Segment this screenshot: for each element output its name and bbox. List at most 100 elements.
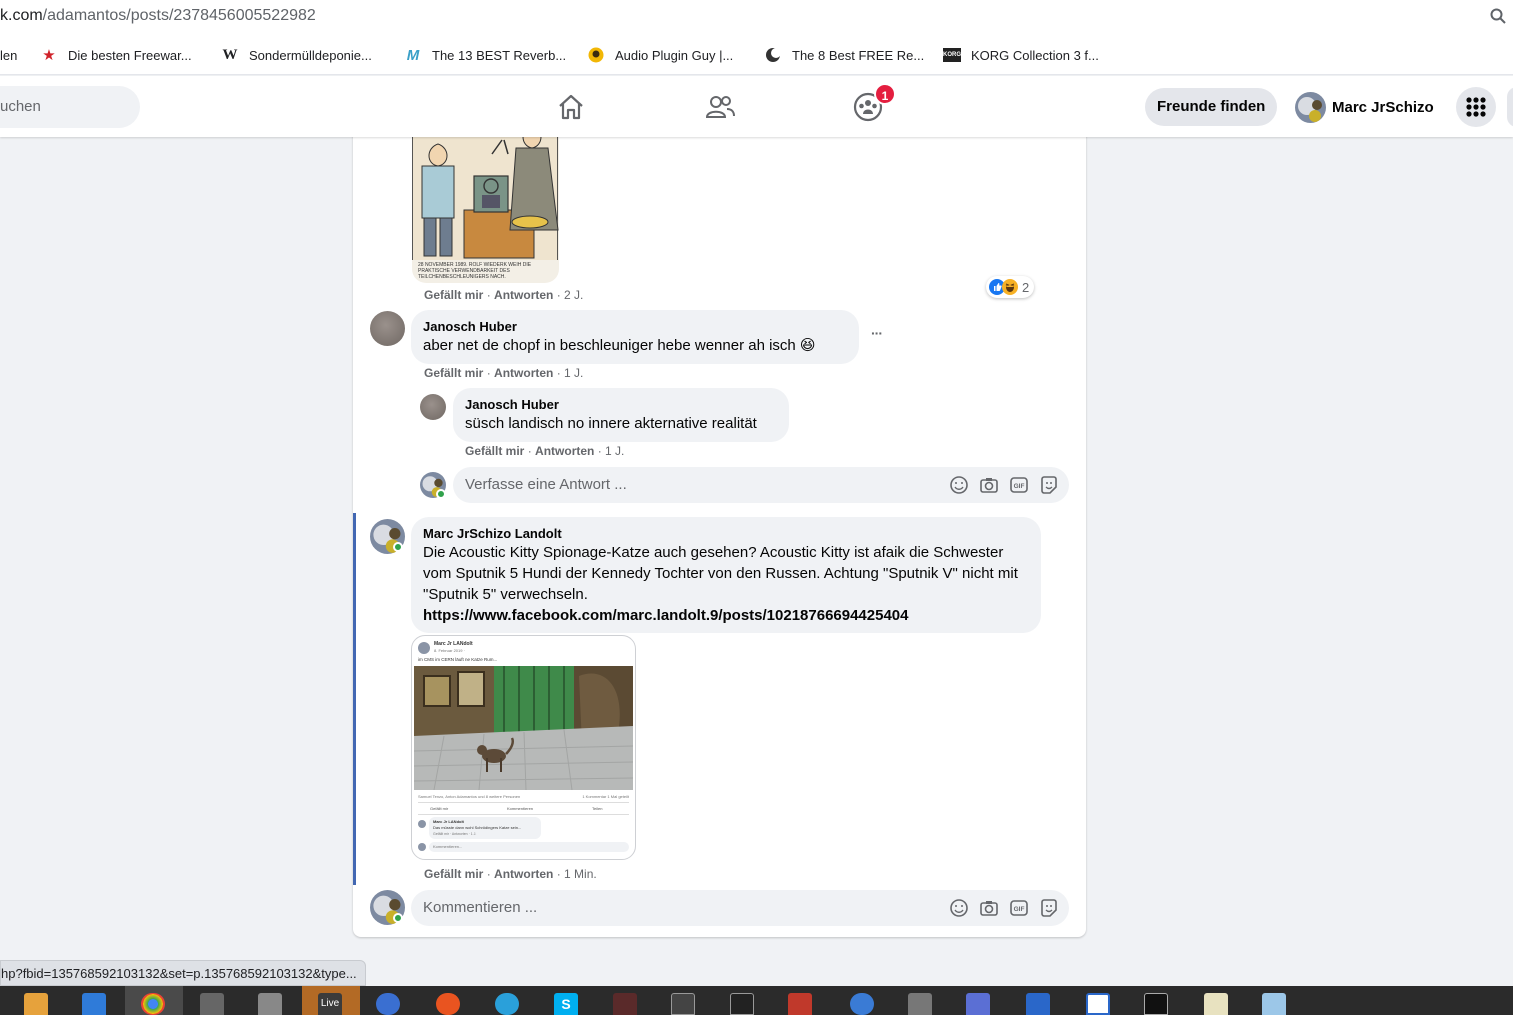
reaction-summary[interactable]: 2 xyxy=(986,276,1035,298)
comment-time[interactable]: 1 J. xyxy=(605,444,624,458)
profile-name: Marc JrSchizo xyxy=(1332,98,1434,116)
comment-text: aber net de chopf in beschleuniger hebe … xyxy=(423,337,816,354)
bookmark-item[interactable]: ★ Die besten Freewar... xyxy=(40,45,191,65)
comment-author[interactable]: Marc JrSchizo Landolt xyxy=(423,525,1029,542)
app-icon[interactable] xyxy=(200,993,224,1015)
comment-time[interactable]: 1 J. xyxy=(564,366,583,380)
url-field[interactable]: k.com/adamantos/posts/2378456005522982 xyxy=(0,7,316,25)
comment-text: Die Acoustic Kitty Spionage-Katze auch g… xyxy=(423,544,1018,603)
reply-link[interactable]: Antworten xyxy=(494,288,553,302)
comment-actions: Gefällt mir · Antworten · 1 J. xyxy=(465,444,625,458)
notepad-icon[interactable] xyxy=(1204,993,1228,1015)
thumb-comment-input: Kommentieren... xyxy=(433,844,463,849)
bookmark-item[interactable]: M The 13 BEST Reverb... xyxy=(404,45,566,65)
sticker-icon[interactable] xyxy=(1039,475,1059,495)
thumb-date: 8. Februar 2019 · xyxy=(434,648,465,653)
kali-icon[interactable] xyxy=(671,993,695,1015)
reply-link[interactable]: Antworten xyxy=(535,444,594,458)
app-icon[interactable] xyxy=(1026,993,1050,1015)
korg-icon: KORG xyxy=(943,48,961,62)
like-link[interactable]: Gefällt mir xyxy=(424,867,483,881)
bookmark-item[interactable]: The 8 Best FREE Re... xyxy=(764,45,924,65)
skype-icon[interactable]: S xyxy=(554,993,578,1015)
emoji-icon[interactable] xyxy=(949,898,969,918)
facebook-header: uchen Freunde finden Marc JrSchizo xyxy=(0,76,1513,137)
reply-link[interactable]: Antworten xyxy=(494,366,553,380)
bookmark-item[interactable]: KORG KORG Collection 3 f... xyxy=(943,45,1099,65)
comment-time[interactable]: 1 Min. xyxy=(564,867,597,881)
app-icon[interactable] xyxy=(1262,993,1286,1015)
reply-link[interactable]: Antworten xyxy=(494,867,553,881)
menu-button[interactable] xyxy=(1456,87,1496,127)
app-icon[interactable] xyxy=(850,993,874,1015)
emoji-icon[interactable] xyxy=(949,475,969,495)
comment-actions: Gefällt mir · Antworten · 1 J. xyxy=(424,366,584,380)
grid-menu-icon xyxy=(1466,97,1486,117)
svg-text:GIF: GIF xyxy=(1014,483,1025,490)
app-icon[interactable] xyxy=(1086,993,1110,1015)
zoom-icon[interactable] xyxy=(1489,7,1507,25)
messenger-button[interactable] xyxy=(1507,87,1513,127)
app-icon[interactable] xyxy=(613,993,637,1015)
app-icon[interactable] xyxy=(908,993,932,1015)
bookmark-item[interactable]: W Sondermülldeponie... xyxy=(221,45,372,65)
gif-icon[interactable]: GIF xyxy=(1009,475,1029,495)
find-friends-button[interactable]: Freunde finden xyxy=(1145,88,1278,126)
mail-icon[interactable] xyxy=(82,993,106,1015)
camera-icon[interactable] xyxy=(979,475,999,495)
comment-text: süsch landisch no innere akternative rea… xyxy=(465,415,757,432)
home-icon[interactable] xyxy=(556,92,586,122)
comment-time[interactable]: 2 J. xyxy=(564,288,583,302)
comment-author[interactable]: Janosch Huber xyxy=(423,318,847,335)
telegram-icon[interactable] xyxy=(495,993,519,1015)
thumb-avatar xyxy=(418,642,430,654)
more-options-button[interactable]: ··· xyxy=(871,325,883,341)
comment-image-screenshot[interactable]: Marc Jr LANdolt 8. Februar 2019 · im CMS… xyxy=(411,635,636,860)
notification-badge: 1 xyxy=(874,83,896,105)
avatar[interactable] xyxy=(370,311,405,346)
moon-icon xyxy=(764,46,782,64)
avatar[interactable] xyxy=(420,394,446,420)
star-icon: ★ xyxy=(42,47,56,64)
plugin-guy-icon xyxy=(587,46,605,64)
thumb-comment-button: Kommentieren xyxy=(507,806,534,811)
search-input[interactable]: uchen xyxy=(0,86,140,128)
comment-bubble: Marc JrSchizo Landolt Die Acoustic Kitty… xyxy=(411,517,1041,633)
online-indicator xyxy=(393,542,403,552)
like-link[interactable]: Gefällt mir xyxy=(424,366,483,380)
terminal-icon[interactable] xyxy=(1144,993,1168,1015)
comment-input[interactable]: Kommentieren ... GIF xyxy=(411,890,1069,926)
app-icon[interactable] xyxy=(258,993,282,1015)
x-app-icon[interactable] xyxy=(730,993,754,1015)
comment-actions: Gefällt mir · Antworten · 1 Min. xyxy=(424,867,597,881)
ableton-live-icon[interactable]: Live xyxy=(318,993,342,1015)
profile-chip[interactable]: Marc JrSchizo xyxy=(1295,91,1434,123)
online-indicator xyxy=(436,489,446,499)
bookmark-item[interactable]: len xyxy=(0,45,17,65)
ubuntu-icon[interactable] xyxy=(436,993,460,1015)
like-link[interactable]: Gefällt mir xyxy=(465,444,524,458)
cartoon-caption: 28 NOVEMBER 1989. ROLF WIEDERK WEIH DIE … xyxy=(418,262,532,280)
haha-reaction-icon xyxy=(1002,279,1018,295)
sticker-icon[interactable] xyxy=(1039,898,1059,918)
chrome-icon[interactable] xyxy=(141,993,165,1015)
gif-icon[interactable]: GIF xyxy=(1009,898,1029,918)
reply-input[interactable]: Verfasse eine Antwort ... GIF xyxy=(453,467,1069,503)
musician-icon: M xyxy=(406,46,420,64)
browser-address-bar[interactable]: k.com/adamantos/posts/2378456005522982 xyxy=(0,0,1513,35)
like-link[interactable]: Gefällt mir xyxy=(424,288,483,302)
comment-image-cartoon[interactable]: 28 NOVEMBER 1989. ROLF WIEDERK WEIH DIE … xyxy=(412,120,559,283)
friends-icon[interactable] xyxy=(705,92,735,122)
bookmark-item[interactable]: Audio Plugin Guy |... xyxy=(587,45,733,65)
thumb-author: Marc Jr LANdolt xyxy=(434,641,473,647)
app-icon[interactable] xyxy=(376,993,400,1015)
virtualbox-icon[interactable] xyxy=(966,993,990,1015)
comment-link[interactable]: https://www.facebook.com/marc.landolt.9/… xyxy=(423,605,1029,626)
thumb-caption: im CMS im CERN läuft ne Katze Rum... xyxy=(418,657,498,662)
thumb-comment-author: Marc Jr LANdolt xyxy=(433,819,464,824)
comment-actions: Gefällt mir · Antworten · 2 J. xyxy=(424,288,584,302)
store-icon[interactable] xyxy=(24,993,48,1015)
camera-icon[interactable] xyxy=(979,898,999,918)
comment-author[interactable]: Janosch Huber xyxy=(465,396,777,413)
voicemeeter-icon[interactable] xyxy=(788,993,812,1015)
